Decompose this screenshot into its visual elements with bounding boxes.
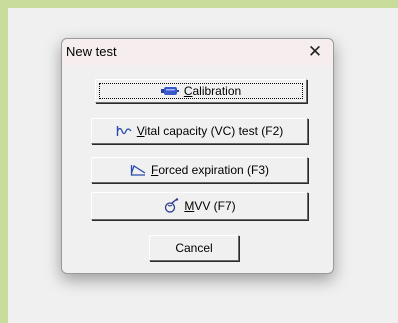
calibration-syringe-icon (160, 87, 179, 95)
mvv-label: MVV (F7) (184, 199, 236, 213)
mvv-button[interactable]: MVV (F7) (91, 192, 308, 220)
calibration-label: Calibration (183, 84, 242, 98)
calibration-button[interactable]: Calibration (95, 79, 307, 103)
forced-expiration-label: Forced expiration (F3) (150, 163, 270, 177)
dialog-title: New test (66, 44, 117, 59)
vital-capacity-test-button[interactable]: Vital capacity (VC) test (F2) (91, 118, 308, 144)
new-test-dialog: New test ✕ Calibration Vital capacity (V… (61, 38, 334, 274)
cancel-button[interactable]: Cancel (149, 235, 239, 261)
dialog-titlebar: New test ✕ (62, 39, 333, 67)
cancel-label: Cancel (175, 241, 213, 255)
close-icon[interactable]: ✕ (303, 41, 327, 63)
vital-capacity-icon (116, 125, 132, 137)
mvv-icon (163, 198, 179, 214)
vital-capacity-label: Vital capacity (VC) test (F2) (136, 124, 284, 138)
forced-expiration-button[interactable]: Forced expiration (F3) (91, 157, 308, 183)
forced-expiration-icon (130, 164, 146, 176)
